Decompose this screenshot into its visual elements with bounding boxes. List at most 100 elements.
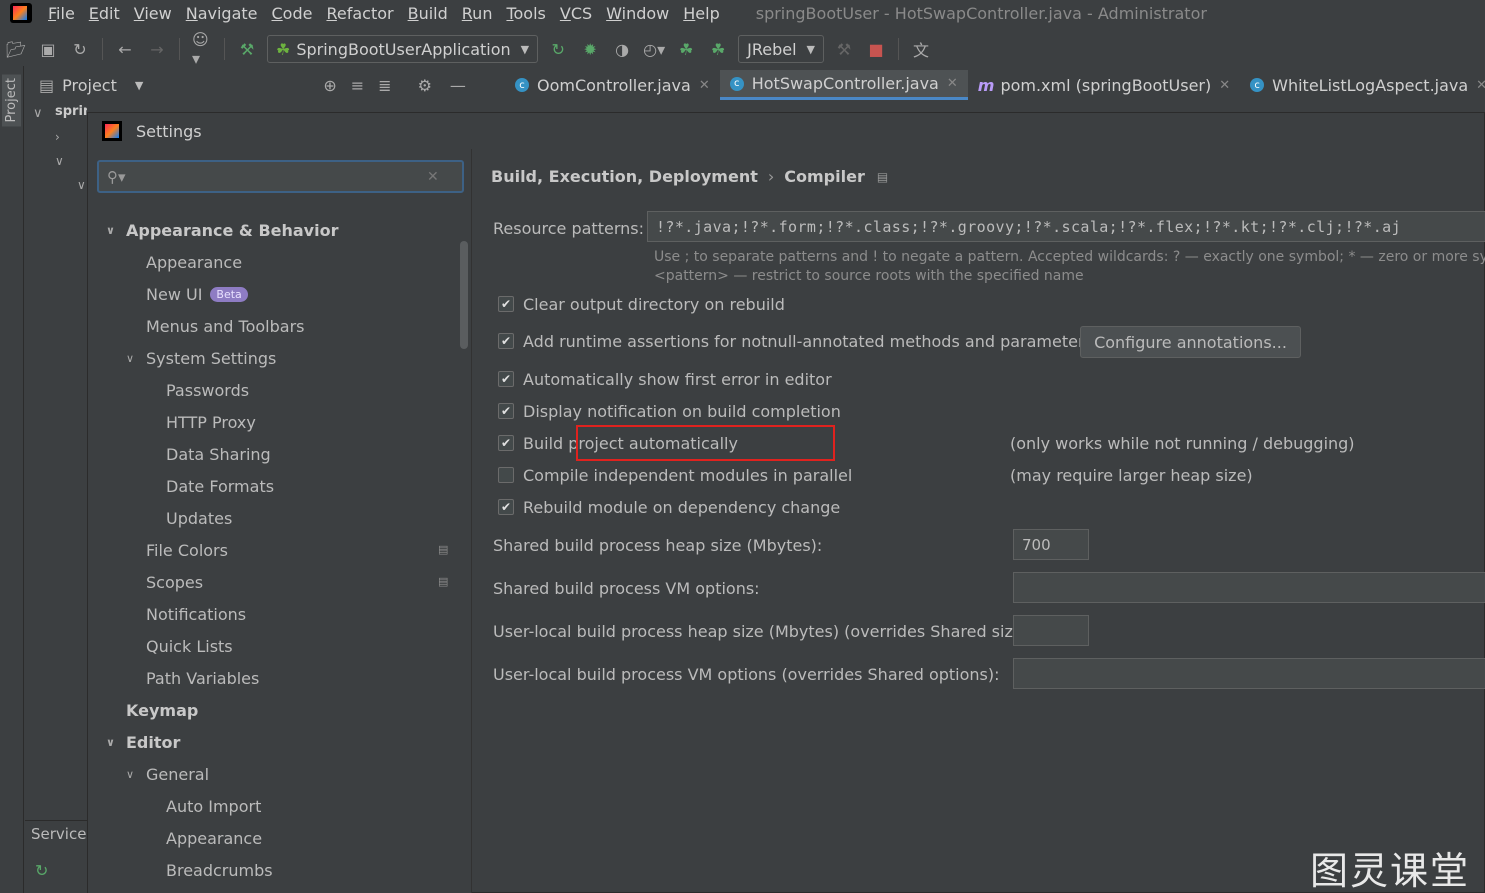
rerun-icon[interactable]: ↻ [548,39,568,59]
profile-icon[interactable]: ◴▾ [643,39,665,59]
project-root-label[interactable]: springBootUser [55,104,87,119]
menu-refactor[interactable]: Refactor [326,4,393,23]
chevron-down-icon[interactable]: ∨ [126,352,146,365]
settings-tree-item[interactable]: Notifications [126,599,246,629]
settings-tree-item[interactable]: File Colors [126,535,228,565]
sidebar-scrollbar[interactable] [460,241,468,349]
tab-whitelist-log-aspect[interactable]: c WhiteListLogAspect.java ✕ [1240,70,1485,100]
settings-tree-item[interactable]: New UI Beta [126,279,248,309]
menu-tools[interactable]: Tools [506,4,545,23]
configure-annotations-button[interactable]: Configure annotations... [1080,326,1301,358]
collapse-all-icon[interactable]: ≣ [378,76,391,95]
menu-navigate[interactable]: Navigate [186,4,258,23]
user-vm-input[interactable] [1013,658,1485,689]
settings-tree-item[interactable]: Passwords [146,375,249,405]
show-first-error-checkbox[interactable]: ✔ Automatically show first error in edit… [498,365,832,393]
project-tool-window-button[interactable]: Project [2,74,21,127]
menu-build[interactable]: Build [408,4,448,23]
settings-tree-item[interactable]: Path Variables [126,663,259,693]
sync-icon[interactable]: ↻ [70,39,90,59]
chevron-down-icon[interactable]: ∨ [126,768,146,781]
checkbox-checked-icon[interactable]: ✔ [498,403,514,419]
jrebel-run-icon[interactable]: ☘ [676,39,696,59]
project-panel-title[interactable]: Project [62,76,117,95]
settings-tree-item[interactable]: Breadcrumbs [146,855,273,885]
checkbox-checked-icon[interactable]: ✔ [498,333,514,349]
stop-icon[interactable]: ■ [866,39,886,59]
resource-patterns-input[interactable]: !?*.java;!?*.form;!?*.class;!?*.groovy;!… [647,211,1485,242]
settings-tree-item[interactable]: Updates [146,503,232,533]
search-input[interactable] [131,167,421,186]
chevron-down-icon[interactable]: ∨ [106,224,126,237]
checkbox-checked-icon[interactable]: ✔ [498,296,514,312]
hammer-disabled-icon[interactable]: ⚒ [834,39,854,59]
settings-tree-item[interactable]: ∨ Appearance & Behavior [106,215,338,245]
tab-hotswap-controller[interactable]: c HotSwapController.java ✕ [719,70,968,100]
settings-tree-item[interactable]: ∨ System Settings [126,343,276,373]
settings-tree-item[interactable]: Appearance [146,823,262,853]
build-notification-checkbox[interactable]: ✔ Display notification on build completi… [498,397,841,425]
jrebel-debug-icon[interactable]: ☘ [708,39,728,59]
checkbox-label: Display notification on build completion [523,401,841,421]
checkbox-checked-icon[interactable]: ✔ [498,371,514,387]
menu-run[interactable]: Run [462,4,493,23]
chevron-down-icon[interactable]: ▼ [135,79,143,92]
chevron-down-icon[interactable]: ∨ [106,736,126,749]
forward-arrow-icon[interactable]: → [147,39,167,59]
dialog-title: Settings [136,121,202,141]
breadcrumb-item[interactable]: Build, Execution, Deployment [491,167,758,186]
menu-window[interactable]: Window [606,4,669,23]
checkbox-checked-icon[interactable]: ✔ [498,435,514,451]
jrebel-select[interactable]: JRebel ▼ [738,35,825,63]
settings-tree-item[interactable]: Scopes [126,567,203,597]
settings-tree-item[interactable]: Auto Import [146,791,261,821]
user-icon[interactable]: ☺▾ [192,30,212,68]
settings-tree-item[interactable]: HTTP Proxy [146,407,256,437]
expand-all-icon[interactable]: ≡ [351,76,364,95]
close-icon[interactable]: ✕ [947,76,958,91]
services-label[interactable]: Services [31,825,94,843]
menu-vcs[interactable]: VCS [560,4,592,23]
parallel-compile-checkbox[interactable]: Compile independent modules in parallel [498,461,852,489]
runtime-assertions-checkbox[interactable]: ✔ Add runtime assertions for notnull-ann… [498,327,1093,355]
settings-tree-item[interactable]: ∨ Editor [106,727,180,757]
rebuild-on-dependency-checkbox[interactable]: ✔ Rebuild module on dependency change [498,493,840,521]
coverage-icon[interactable]: ◑ [612,39,632,59]
shared-heap-input[interactable]: 700 [1013,529,1089,560]
settings-tree-item[interactable]: Appearance [126,247,242,277]
build-hammer-icon[interactable]: ⚒ [237,39,257,59]
menu-help[interactable]: Help [683,4,719,23]
checkbox-checked-icon[interactable]: ✔ [498,499,514,515]
settings-tree-item[interactable]: Code Completion [146,887,304,893]
settings-tree-item[interactable]: Data Sharing [146,439,271,469]
open-folder-icon[interactable]: 📂︎ [6,39,26,59]
save-all-icon[interactable]: ▣ [38,39,58,59]
shared-vm-input[interactable] [1013,572,1485,603]
settings-tree-item[interactable]: ∨ General [126,759,209,789]
locate-target-icon[interactable]: ⊕ [323,76,336,95]
run-configuration-select[interactable]: ☘ SpringBootUserApplication ▼ [267,35,539,63]
settings-tree-item[interactable]: Keymap [106,695,198,725]
tab-oom-controller[interactable]: c OomController.java ✕ [505,70,720,100]
clear-output-checkbox[interactable]: ✔ Clear output directory on rebuild [498,290,785,318]
menu-code[interactable]: Code [272,4,313,23]
menu-file[interactable]: File [48,4,75,23]
back-arrow-icon[interactable]: ← [115,39,135,59]
close-icon[interactable]: ✕ [1219,78,1230,93]
checkbox-unchecked-icon[interactable] [498,467,514,483]
settings-tree-item[interactable]: Quick Lists [126,631,233,661]
close-icon[interactable]: ✕ [1476,78,1485,93]
menu-edit[interactable]: Edit [89,4,120,23]
minimize-icon[interactable]: — [450,76,466,95]
settings-tree-item[interactable]: Date Formats [146,471,274,501]
rerun-icon[interactable]: ↻ [35,861,48,880]
tab-pom-xml[interactable]: m pom.xml (springBootUser) ✕ [968,70,1240,100]
debug-bug-icon[interactable]: ✹ [580,39,600,59]
user-heap-input[interactable] [1013,615,1089,646]
settings-tree-item[interactable]: Menus and Toolbars [126,311,305,341]
gear-icon[interactable]: ⚙ [418,76,432,95]
close-icon[interactable]: ✕ [699,78,710,93]
clear-icon[interactable]: ✕ [427,169,439,185]
translate-icon[interactable]: 文 [911,39,931,60]
menu-view[interactable]: View [134,4,172,23]
